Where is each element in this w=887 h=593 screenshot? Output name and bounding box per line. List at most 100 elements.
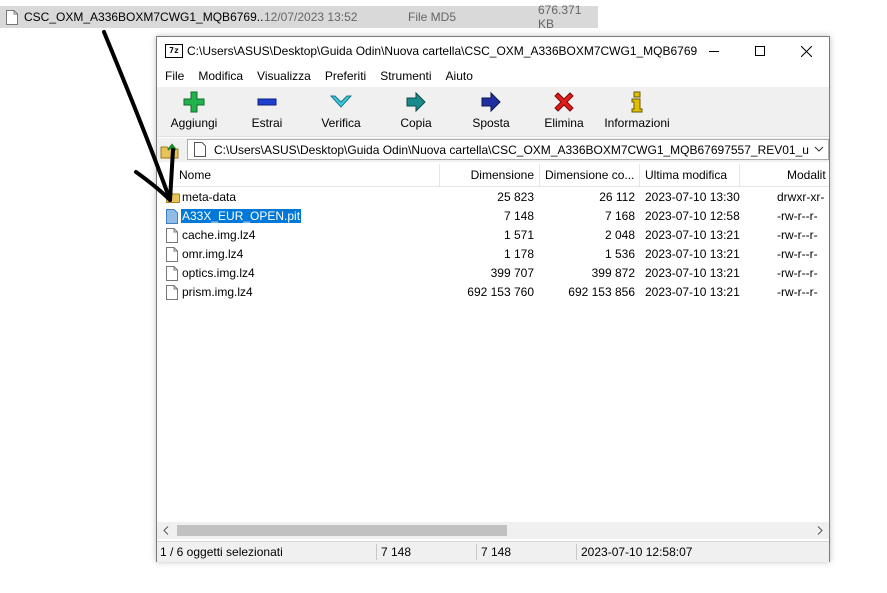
file-size: 692 153 760: [467, 285, 534, 299]
info-label: Informazioni: [604, 116, 670, 130]
file-mode: -rw-r--r-: [777, 266, 818, 280]
menu-edit[interactable]: Modifica: [191, 69, 250, 83]
test-button[interactable]: Verifica: [304, 91, 378, 135]
file-name: omr.img.lz4: [182, 247, 244, 261]
file-name: meta-data: [182, 190, 237, 204]
file-list: Nome Dimensione Dimensione co... Ultima …: [157, 164, 829, 521]
file-row[interactable]: A33X_EUR_OPEN.pit 7 148 7 168 2023-07-10 12…: [157, 207, 829, 226]
delete-x-icon: [554, 92, 574, 112]
column-divider[interactable]: [439, 164, 440, 186]
toolbar: Aggiungi Estrai Verifica Copia Sposta El…: [157, 87, 829, 137]
explorer-file-type: File MD5: [408, 10, 457, 24]
file-icon: [6, 9, 18, 25]
file-mode: -rw-r--r-: [777, 247, 818, 261]
add-label: Aggiungi: [170, 116, 218, 130]
minus-icon: [257, 98, 277, 106]
scroll-right-icon[interactable]: [817, 526, 823, 535]
file-size: 399 707: [490, 266, 534, 280]
minimize-icon: [709, 51, 719, 52]
file-mode: -rw-r--r-: [777, 228, 818, 242]
file-modified: 2023-07-10 13:21: [645, 266, 740, 280]
file-size: 25 823: [497, 190, 534, 204]
scroll-left-icon[interactable]: [163, 526, 169, 535]
file-name: cache.img.lz4: [182, 228, 256, 242]
status-packed: 7 148: [481, 545, 512, 559]
folder-up-icon: [160, 143, 179, 159]
file-row[interactable]: omr.img.lz4 1 178 1 536 2023-07-10 13:21 -rw…: [157, 245, 829, 264]
close-button[interactable]: [783, 37, 829, 65]
column-divider[interactable]: [639, 164, 640, 186]
delete-button[interactable]: Elimina: [527, 91, 601, 135]
column-header-name[interactable]: Nome: [179, 164, 429, 186]
menu-file[interactable]: File: [157, 69, 191, 83]
copy-button[interactable]: Copia: [379, 91, 453, 135]
file-row[interactable]: optics.img.lz4 399 707 399 872 2023-07-10 1…: [157, 264, 829, 283]
file-size: 7 148: [503, 209, 534, 223]
file-modified: 2023-07-10 13:21: [645, 228, 740, 242]
document-icon: [194, 142, 206, 157]
maximize-button[interactable]: [737, 37, 783, 65]
extract-button[interactable]: Estrai: [230, 91, 304, 135]
close-icon: [800, 45, 812, 57]
column-header-mode[interactable]: Modalit: [787, 164, 829, 186]
file-mode: drwxr-xr-: [777, 190, 825, 204]
column-header-modified[interactable]: Ultima modifica: [645, 164, 735, 186]
explorer-file-date: 12/07/2023 13:52: [264, 10, 358, 24]
column-divider[interactable]: [739, 164, 740, 186]
explorer-file-row[interactable]: CSC_OXM_A336BOXM7CWG1_MQB6769... 12/07/2…: [0, 3, 598, 31]
seven-zip-window: 7z C:\Users\ASUS\Desktop\Guida Odin\Nuov…: [156, 36, 830, 562]
column-divider[interactable]: [539, 164, 540, 186]
file-row[interactable]: prism.img.lz4 692 153 760 692 153 856 2023-…: [157, 283, 829, 302]
file-name: prism.img.lz4: [182, 285, 253, 299]
minimize-button[interactable]: [691, 37, 737, 65]
file-name: optics.img.lz4: [182, 266, 255, 280]
explorer-file-name: CSC_OXM_A336BOXM7CWG1_MQB6769...: [24, 10, 264, 24]
menu-view[interactable]: Visualizza: [250, 69, 318, 83]
extract-label: Estrai: [251, 116, 283, 130]
horizontal-scrollbar[interactable]: [157, 522, 829, 539]
menu-help[interactable]: Aiuto: [439, 69, 480, 83]
file-modified: 2023-07-10 13:21: [645, 285, 740, 299]
status-divider: [376, 544, 377, 560]
column-header-packed[interactable]: Dimensione co...: [545, 164, 635, 186]
status-divider: [576, 544, 577, 560]
info-button[interactable]: Informazioni: [600, 91, 674, 135]
path-text: C:\Users\ASUS\Desktop\Guida Odin\Nuova c…: [214, 143, 809, 157]
info-icon: [631, 91, 643, 113]
file-packed-size: 26 112: [599, 190, 635, 204]
move-label: Sposta: [472, 116, 510, 130]
seven-zip-app-icon: 7z: [165, 44, 183, 58]
title-bar[interactable]: 7z C:\Users\ASUS\Desktop\Guida Odin\Nuov…: [157, 37, 829, 65]
column-header-size[interactable]: Dimensione: [441, 164, 534, 186]
status-divider: [476, 544, 477, 560]
delete-label: Elimina: [544, 116, 584, 130]
file-row[interactable]: cache.img.lz4 1 571 2 048 2023-07-10 13:21 -…: [157, 226, 829, 245]
add-button[interactable]: Aggiungi: [157, 91, 231, 135]
path-combobox[interactable]: C:\Users\ASUS\Desktop\Guida Odin\Nuova c…: [187, 139, 829, 160]
menu-bar: File Modifica Visualizza Preferiti Strum…: [157, 66, 829, 86]
check-icon: [330, 95, 352, 108]
file-row[interactable]: meta-data 25 823 26 112 2023-07-10 13:30 drw…: [157, 188, 829, 207]
menu-tools[interactable]: Strumenti: [373, 69, 438, 83]
file-modified: 2023-07-10 13:21: [645, 247, 740, 261]
up-folder-button[interactable]: [160, 140, 182, 160]
explorer-file-size: 676.371 KB: [538, 3, 582, 31]
file-icon: [166, 285, 178, 306]
file-size: 1 178: [503, 247, 534, 261]
file-packed-size: 692 153 856: [568, 285, 635, 299]
window-title: C:\Users\ASUS\Desktop\Guida Odin\Nuova c…: [187, 44, 697, 58]
move-arrow-icon: [481, 91, 501, 113]
file-mode: -rw-r--r-: [777, 209, 818, 223]
file-size: 1 571: [503, 228, 534, 242]
scrollbar-thumb[interactable]: [177, 525, 507, 536]
file-modified: 2023-07-10 12:58: [645, 209, 740, 223]
menu-favorites[interactable]: Preferiti: [318, 69, 373, 83]
chevron-down-icon[interactable]: [814, 144, 824, 154]
file-packed-size: 1 536: [604, 247, 635, 261]
move-button[interactable]: Sposta: [454, 91, 528, 135]
copy-label: Copia: [400, 116, 432, 130]
file-packed-size: 2 048: [604, 228, 635, 242]
column-headers: Nome Dimensione Dimensione co... Ultima …: [157, 164, 829, 187]
file-packed-size: 399 872: [591, 266, 635, 280]
file-modified: 2023-07-10 13:30: [645, 190, 740, 204]
